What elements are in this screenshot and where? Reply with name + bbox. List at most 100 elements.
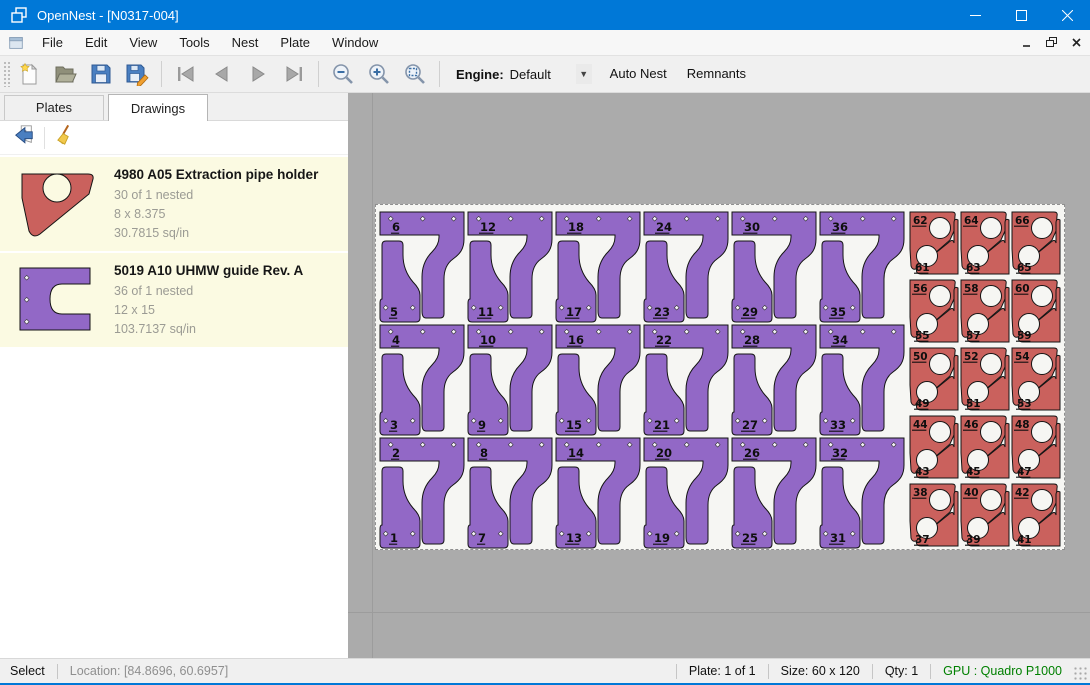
plate-sheet[interactable]: 6 5 12 11 18 17 24 23 (375, 204, 1065, 550)
svg-text:57: 57 (966, 330, 981, 342)
menu-bar: FileEditViewToolsNestPlateWindow (0, 30, 1090, 56)
engine-dropdown-arrow[interactable]: ▼ (576, 64, 592, 84)
minimize-button[interactable] (952, 0, 998, 30)
save-as-button[interactable] (119, 59, 155, 89)
canvas-border-line (372, 93, 373, 658)
mdi-minimize-button[interactable] (1015, 33, 1037, 53)
svg-text:26: 26 (744, 446, 760, 460)
import-drawing-button[interactable] (10, 124, 38, 152)
nav-first-button[interactable] (168, 59, 204, 89)
nav-prev-button[interactable] (204, 59, 240, 89)
nest-pair-purple: 16 15 (555, 324, 641, 436)
svg-text:8: 8 (480, 446, 488, 460)
svg-text:22: 22 (656, 333, 672, 347)
svg-text:49: 49 (915, 398, 930, 410)
auto-nest-button[interactable]: Auto Nest (600, 59, 677, 89)
svg-text:64: 64 (964, 215, 979, 227)
svg-text:23: 23 (654, 305, 670, 319)
svg-text:21: 21 (654, 418, 670, 432)
zoom-out-button[interactable] (325, 59, 361, 89)
engine-label: Engine: (456, 67, 504, 82)
svg-text:52: 52 (964, 351, 979, 363)
tab-drawings[interactable]: Drawings (108, 94, 208, 121)
nest-pair-red: 62 61 (909, 211, 959, 275)
drawing-thumbnail (10, 261, 106, 339)
tab-plates[interactable]: Plates (4, 95, 104, 120)
menu-file[interactable]: File (31, 30, 74, 56)
engine-select-value[interactable]: Default (510, 67, 576, 82)
svg-text:47: 47 (1017, 466, 1032, 478)
status-location: Location: [84.8696, 60.6957] (58, 664, 240, 678)
zoom-in-button[interactable] (361, 59, 397, 89)
nest-pair-red: 48 47 (1011, 415, 1061, 479)
svg-text:13: 13 (566, 531, 582, 545)
toolbar-grip[interactable] (3, 61, 11, 87)
menu-tools[interactable]: Tools (168, 30, 220, 56)
svg-text:29: 29 (742, 305, 758, 319)
svg-text:2: 2 (392, 446, 400, 460)
open-file-button[interactable] (47, 59, 83, 89)
mdi-document-icon[interactable] (7, 34, 25, 52)
drawing-nested-count: 36 of 1 nested (114, 282, 303, 301)
svg-text:3: 3 (390, 418, 398, 432)
nest-pair-purple: 36 35 (819, 211, 905, 323)
nest-pair-red: 52 51 (960, 347, 1010, 411)
menu-nest[interactable]: Nest (221, 30, 270, 56)
save-as-icon (125, 62, 149, 86)
drawing-item[interactable]: 4980 A05 Extraction pipe holder 30 of 1 … (0, 157, 348, 251)
status-mode: Select (0, 664, 57, 678)
svg-text:62: 62 (913, 215, 928, 227)
close-button[interactable] (1044, 0, 1090, 30)
resize-grip[interactable] (1074, 667, 1088, 681)
svg-text:34: 34 (832, 333, 848, 347)
clean-drawings-button[interactable] (51, 124, 79, 152)
nest-pair-purple: 12 11 (467, 211, 553, 323)
svg-text:6: 6 (392, 220, 400, 234)
status-gpu: GPU : Quadro P1000 (931, 664, 1074, 678)
zoom-fit-button[interactable] (397, 59, 433, 89)
drawing-area: 30.7815 sq/in (114, 224, 318, 243)
drawing-title: 4980 A05 Extraction pipe holder (114, 167, 318, 182)
svg-text:54: 54 (1015, 351, 1030, 363)
nest-pair-purple: 14 13 (555, 437, 641, 549)
svg-text:61: 61 (915, 262, 930, 274)
menu-plate[interactable]: Plate (269, 30, 321, 56)
menu-view[interactable]: View (118, 30, 168, 56)
new-file-button[interactable] (11, 59, 47, 89)
drawing-nested-count: 30 of 1 nested (114, 186, 318, 205)
svg-text:53: 53 (1017, 398, 1032, 410)
panel-tabs: PlatesDrawings (0, 93, 348, 121)
svg-text:5: 5 (390, 305, 398, 319)
svg-text:43: 43 (915, 466, 930, 478)
svg-text:27: 27 (742, 418, 758, 432)
zoom-in-icon (367, 62, 391, 86)
nav-last-button[interactable] (276, 59, 312, 89)
nest-pair-purple: 10 9 (467, 324, 553, 436)
mdi-close-button[interactable] (1065, 33, 1087, 53)
mdi-restore-button[interactable] (1040, 33, 1062, 53)
svg-text:28: 28 (744, 333, 760, 347)
nest-pair-purple: 20 19 (643, 437, 729, 549)
drawing-item[interactable]: 5019 A10 UHMW guide Rev. A 36 of 1 neste… (0, 253, 348, 347)
menu-edit[interactable]: Edit (74, 30, 118, 56)
menu-window[interactable]: Window (321, 30, 389, 56)
nav-next-button[interactable] (240, 59, 276, 89)
drawing-size: 8 x 8.375 (114, 205, 318, 224)
import-drawing-icon (13, 124, 35, 151)
svg-text:45: 45 (966, 466, 981, 478)
nest-canvas[interactable]: 6 5 12 11 18 17 24 23 (348, 93, 1090, 658)
svg-text:37: 37 (915, 534, 930, 546)
remnants-button[interactable]: Remnants (677, 59, 756, 89)
svg-text:12: 12 (480, 220, 496, 234)
save-button[interactable] (83, 59, 119, 89)
maximize-button[interactable] (998, 0, 1044, 30)
svg-text:33: 33 (830, 418, 846, 432)
svg-text:41: 41 (1017, 534, 1032, 546)
nest-pair-red: 50 49 (909, 347, 959, 411)
svg-text:25: 25 (742, 531, 758, 545)
svg-text:19: 19 (654, 531, 670, 545)
main-toolbar: Engine: Default ▼ Auto Nest Remnants (0, 56, 1090, 93)
svg-text:10: 10 (480, 333, 496, 347)
opennest-window: OpenNest - [N0317-004] FileEditViewTools… (0, 0, 1090, 685)
svg-text:55: 55 (915, 330, 930, 342)
